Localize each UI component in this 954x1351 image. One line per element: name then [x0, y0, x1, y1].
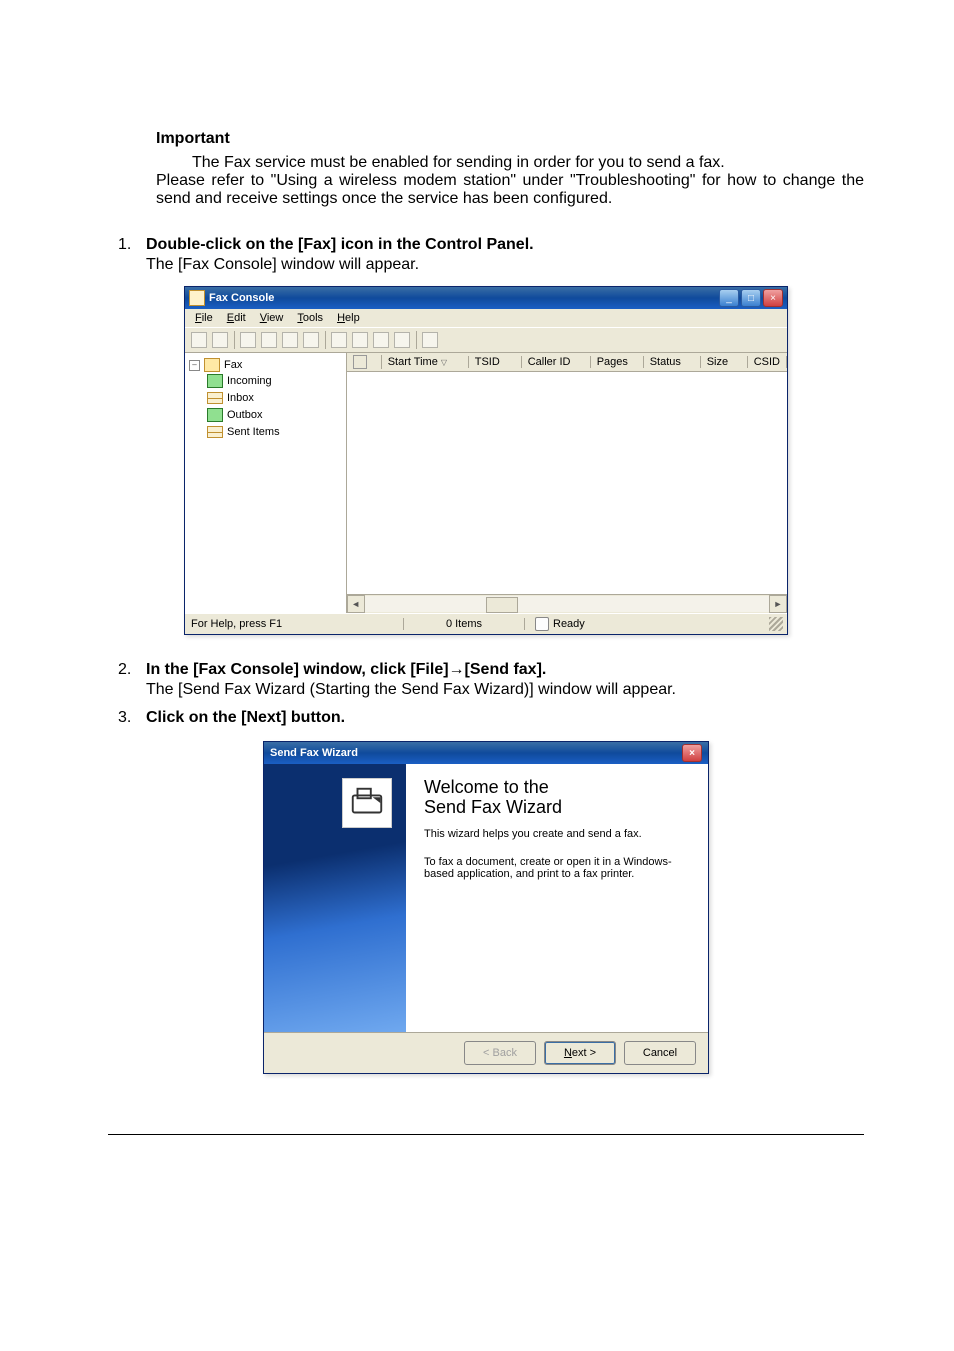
footer-rule: [108, 1134, 864, 1136]
column-headers: Start Time▽ TSID Caller ID Pages Status …: [347, 353, 787, 372]
col-icon[interactable]: [347, 355, 382, 369]
send-fax-wizard-window: Send Fax Wizard ×: [263, 741, 709, 1074]
scroll-track[interactable]: [365, 596, 769, 612]
important-text-1: The Fax service must be enabled for send…: [156, 154, 864, 172]
wizard-close-button[interactable]: ×: [682, 744, 702, 762]
resize-grip[interactable]: [769, 617, 783, 631]
toolbar-button-6[interactable]: [301, 330, 321, 350]
col-csid[interactable]: CSID: [748, 356, 787, 368]
toolbar-sep-2: [325, 331, 326, 349]
app-icon: [189, 290, 205, 306]
status-ready: Ready: [553, 618, 585, 630]
menu-help[interactable]: Help: [331, 311, 366, 325]
toolbar-button-5[interactable]: [280, 330, 300, 350]
step-2-number: 2.: [118, 661, 146, 699]
next-button[interactable]: Next >: [544, 1041, 616, 1065]
step-3-number: 3.: [118, 709, 146, 727]
menu-edit[interactable]: Edit: [221, 311, 252, 325]
wizard-titlebar[interactable]: Send Fax Wizard ×: [264, 742, 708, 764]
folder-icon: [204, 358, 220, 372]
toolbar-sep-3: [416, 331, 417, 349]
statusbar: For Help, press F1 0 Items Ready: [185, 613, 787, 634]
status-help-text: For Help, press F1: [189, 618, 404, 630]
scroll-thumb[interactable]: [486, 597, 518, 613]
tree-outbox[interactable]: Outbox: [207, 407, 342, 423]
toolbar-button-2[interactable]: [210, 330, 230, 350]
toolbar-button-9[interactable]: [371, 330, 391, 350]
wizard-footer: < Back Next > Cancel: [264, 1032, 708, 1073]
tree-root[interactable]: – Fax: [189, 357, 342, 373]
tree-inbox-label: Inbox: [227, 392, 254, 404]
toolbar-button-4[interactable]: [259, 330, 279, 350]
close-button[interactable]: ×: [763, 289, 783, 307]
menubar: File Edit View Tools Help: [185, 309, 787, 327]
toolbar-button-1[interactable]: [189, 330, 209, 350]
tree-sent[interactable]: Sent Items: [207, 424, 342, 440]
step-3-title: Click on the [Next] button.: [146, 709, 864, 727]
col-status[interactable]: Status: [644, 356, 701, 368]
toolbar-button-7[interactable]: [329, 330, 349, 350]
menu-file[interactable]: File: [189, 311, 219, 325]
list-body[interactable]: [347, 372, 787, 594]
wizard-paragraph-1: This wizard helps you create and send a …: [424, 828, 690, 840]
wizard-heading-line2: Send Fax Wizard: [424, 797, 562, 817]
minimize-button[interactable]: _: [719, 289, 739, 307]
titlebar[interactable]: Fax Console _ □ ×: [185, 287, 787, 309]
tree-incoming-label: Incoming: [227, 375, 272, 387]
outbox-icon: [207, 408, 223, 422]
col-pages[interactable]: Pages: [591, 356, 644, 368]
col-start-time[interactable]: Start Time▽: [382, 356, 469, 368]
toolbar: [185, 327, 787, 353]
sent-icon: [207, 426, 223, 438]
toolbar-button-8[interactable]: [350, 330, 370, 350]
folder-tree[interactable]: – Fax Incoming Inbox: [185, 353, 347, 613]
step-1-number: 1.: [118, 236, 146, 274]
wizard-paragraph-2: To fax a document, create or open it in …: [424, 856, 690, 880]
maximize-button[interactable]: □: [741, 289, 761, 307]
ready-icon: [535, 617, 549, 631]
col-size[interactable]: Size: [701, 356, 748, 368]
toolbar-sep: [234, 331, 235, 349]
back-button: < Back: [464, 1041, 536, 1065]
fax-icon: [342, 778, 392, 828]
important-heading: Important: [156, 130, 864, 148]
tree-sent-label: Sent Items: [227, 426, 280, 438]
wizard-banner: [264, 764, 406, 1032]
expander-icon[interactable]: –: [189, 360, 200, 371]
toolbar-button-10[interactable]: [392, 330, 412, 350]
important-text-2: Please refer to "Using a wireless modem …: [156, 172, 864, 208]
wizard-title: Send Fax Wizard: [270, 747, 358, 759]
list-area: Start Time▽ TSID Caller ID Pages Status …: [347, 353, 787, 613]
scroll-left-button[interactable]: ◄: [347, 595, 365, 613]
window-title: Fax Console: [209, 292, 274, 304]
menu-view[interactable]: View: [254, 311, 290, 325]
inbox-icon: [207, 392, 223, 404]
step-1-desc: The [Fax Console] window will appear.: [146, 256, 864, 274]
toolbar-button-11[interactable]: [420, 330, 440, 350]
tree-inbox[interactable]: Inbox: [207, 390, 342, 406]
incoming-icon: [207, 374, 223, 388]
tree-incoming[interactable]: Incoming: [207, 373, 342, 389]
fax-console-window: Fax Console _ □ × File Edit View Tools H…: [184, 286, 788, 635]
horizontal-scrollbar[interactable]: ◄ ►: [347, 594, 787, 613]
step-1-title: Double-click on the [Fax] icon in the Co…: [146, 236, 864, 254]
scroll-right-button[interactable]: ►: [769, 595, 787, 613]
toolbar-button-3[interactable]: [238, 330, 258, 350]
status-items: 0 Items: [404, 618, 525, 630]
wizard-heading-line1: Welcome to the: [424, 777, 549, 797]
step-2-desc: The [Send Fax Wizard (Starting the Send …: [146, 681, 864, 699]
tree-root-label: Fax: [224, 359, 242, 371]
tree-outbox-label: Outbox: [227, 409, 262, 421]
step-2-title: In the [Fax Console] window, click [File…: [146, 661, 864, 679]
menu-tools[interactable]: Tools: [291, 311, 329, 325]
col-caller-id[interactable]: Caller ID: [522, 356, 591, 368]
wizard-content: Welcome to the Send Fax Wizard This wiza…: [406, 764, 708, 1032]
col-tsid[interactable]: TSID: [469, 356, 522, 368]
cancel-button[interactable]: Cancel: [624, 1041, 696, 1065]
